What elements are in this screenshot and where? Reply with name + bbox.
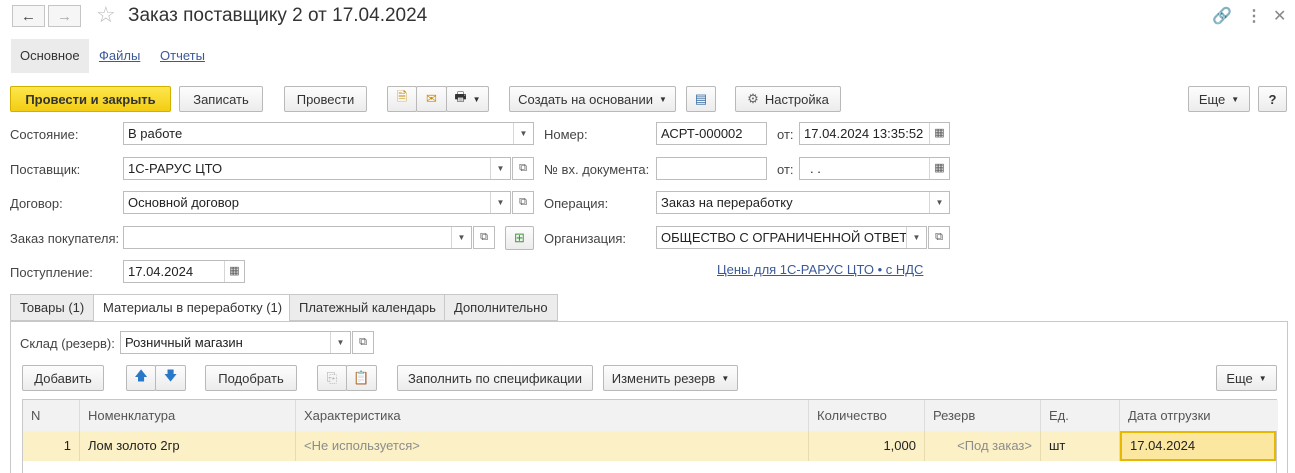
document-date-field[interactable]: 17.04.2024 13:35:52 ▦: [799, 122, 950, 145]
cell-reserve[interactable]: <Под заказ>: [925, 431, 1041, 461]
tab-payment-calendar[interactable]: Платежный календарь: [289, 294, 446, 321]
print-button[interactable]: 🖶 ▼: [446, 86, 489, 112]
paste-icon[interactable]: 📋: [346, 365, 377, 391]
cell-unit[interactable]: шт: [1041, 431, 1120, 461]
back-button[interactable]: ←: [12, 5, 45, 27]
chevron-down-icon[interactable]: ▼: [513, 123, 533, 144]
column-header-ship-date[interactable]: Дата отгрузки: [1120, 400, 1278, 431]
cell-ship-date[interactable]: 17.04.2024: [1120, 431, 1276, 461]
column-header-qty[interactable]: Количество: [809, 400, 925, 431]
tab-files[interactable]: Файлы: [99, 39, 140, 73]
move-up-icon[interactable]: 🡅: [126, 365, 156, 391]
create-order-icon[interactable]: ⊞: [505, 226, 534, 250]
contract-field[interactable]: Основной договор ▼: [123, 191, 511, 214]
chevron-down-icon: ▼: [1231, 94, 1240, 104]
receipt-label: Поступление:: [10, 265, 93, 280]
tab-materials[interactable]: Материалы в переработку (1): [93, 294, 293, 322]
customer-order-label: Заказ покупателя:: [10, 231, 120, 246]
page-title: Заказ поставщику 2 от 17.04.2024: [128, 5, 428, 26]
organization-field[interactable]: ОБЩЕСТВО С ОГРАНИЧЕННОЙ ОТВЕТ ▼: [656, 226, 927, 249]
column-header-reserve[interactable]: Резерв: [925, 400, 1041, 431]
cell-characteristic[interactable]: <Не используется>: [296, 431, 809, 461]
date-from-label: от:: [777, 127, 794, 142]
open-organization-icon[interactable]: ⧉: [928, 226, 950, 249]
in-doc-number-field[interactable]: [656, 157, 767, 180]
close-icon[interactable]: ✕: [1273, 6, 1286, 26]
chevron-down-icon: ▼: [1258, 373, 1267, 383]
receipt-date-field[interactable]: 17.04.2024 ▦: [123, 260, 245, 283]
warehouse-field[interactable]: Розничный магазин ▼: [120, 331, 351, 354]
chevron-down-icon: ▼: [721, 373, 730, 383]
in-doc-from-label: от:: [777, 162, 794, 177]
pick-button[interactable]: Подобрать: [205, 365, 297, 391]
state-label: Состояние:: [10, 127, 79, 142]
chevron-down-icon: ▼: [658, 94, 667, 104]
materials-more-button[interactable]: Еще ▼: [1216, 365, 1277, 391]
add-button[interactable]: Добавить: [22, 365, 104, 391]
chevron-down-icon[interactable]: ▼: [490, 158, 510, 179]
change-reserve-button[interactable]: Изменить резерв ▼: [603, 365, 738, 391]
post-and-close-button[interactable]: Провести и закрыть: [10, 86, 171, 112]
fill-by-spec-button[interactable]: Заполнить по спецификации: [397, 365, 593, 391]
copy-icon[interactable]: ⎘: [317, 365, 347, 391]
operation-label: Операция:: [544, 196, 609, 211]
forward-button[interactable]: →: [48, 5, 81, 27]
cell-item[interactable]: Лом золото 2гр: [80, 431, 296, 461]
chevron-down-icon: ▼: [472, 94, 481, 104]
column-header-unit[interactable]: Ед.: [1041, 400, 1120, 431]
printer-icon: 🖶: [454, 89, 467, 104]
more-button[interactable]: Еще ▼: [1188, 86, 1250, 112]
chevron-down-icon[interactable]: ▼: [490, 192, 510, 213]
cell-qty[interactable]: 1,000: [809, 431, 925, 461]
gear-icon: ⚙: [747, 91, 759, 106]
settings-button[interactable]: ⚙ Настройка: [735, 86, 841, 112]
in-doc-date-field[interactable]: . . ▦: [799, 157, 950, 180]
organization-label: Организация:: [544, 231, 627, 246]
open-contract-icon[interactable]: ⧉: [512, 191, 534, 214]
operation-select[interactable]: Заказ на переработку ▼: [656, 191, 950, 214]
open-supplier-icon[interactable]: ⧉: [512, 157, 534, 180]
cell-n[interactable]: 1: [23, 431, 80, 461]
chevron-down-icon[interactable]: ▼: [906, 227, 926, 248]
move-down-icon[interactable]: 🡇: [155, 365, 186, 391]
state-select[interactable]: В работе ▼: [123, 122, 534, 145]
open-customer-order-icon[interactable]: ⧉: [473, 226, 495, 249]
create-based-on-button[interactable]: Создать на основании ▼: [509, 86, 676, 112]
more-vert-icon[interactable]: ⋮: [1246, 6, 1262, 26]
number-field[interactable]: АСРТ-000002: [656, 122, 767, 145]
open-warehouse-icon[interactable]: ⧉: [352, 331, 374, 354]
structure-icon[interactable]: ▤: [686, 86, 716, 112]
tab-main[interactable]: Основное: [11, 39, 89, 73]
column-header-characteristic[interactable]: Характеристика: [296, 400, 809, 431]
chevron-down-icon[interactable]: ▼: [929, 192, 949, 213]
in-doc-label: № вх. документа:: [544, 162, 650, 177]
table-row[interactable]: 1 Лом золото 2гр <Не используется> 1,000…: [23, 431, 1276, 461]
contract-label: Договор:: [10, 196, 63, 211]
document-flow-icon[interactable]: 🗎: [387, 86, 417, 112]
materials-table: N Номенклатура Характеристика Количество…: [22, 399, 1278, 473]
save-button[interactable]: Записать: [179, 86, 263, 112]
calendar-icon[interactable]: ▦: [929, 158, 949, 179]
chevron-down-icon[interactable]: ▼: [451, 227, 471, 248]
chevron-down-icon[interactable]: ▼: [330, 332, 350, 353]
favorite-star-icon[interactable]: ☆: [96, 2, 116, 28]
supplier-label: Поставщик:: [10, 162, 81, 177]
help-button[interactable]: ?: [1258, 86, 1287, 112]
prices-link[interactable]: Цены для 1С-РАРУС ЦТО • с НДС: [717, 262, 923, 277]
customer-order-field[interactable]: ▼: [123, 226, 472, 249]
warehouse-label: Склад (резерв):: [20, 336, 115, 351]
link-icon[interactable]: 🔗: [1212, 6, 1232, 26]
tab-additional[interactable]: Дополнительно: [444, 294, 558, 321]
calendar-icon[interactable]: ▦: [929, 123, 949, 144]
column-header-n[interactable]: N: [23, 400, 80, 431]
tab-goods[interactable]: Товары (1): [10, 294, 95, 321]
post-button[interactable]: Провести: [284, 86, 367, 112]
column-header-item[interactable]: Номенклатура: [80, 400, 296, 431]
mail-icon[interactable]: ✉: [416, 86, 447, 112]
tab-reports[interactable]: Отчеты: [160, 39, 205, 73]
number-label: Номер:: [544, 127, 588, 142]
supplier-field[interactable]: 1С-РАРУС ЦТО ▼: [123, 157, 511, 180]
calendar-icon[interactable]: ▦: [224, 261, 244, 282]
